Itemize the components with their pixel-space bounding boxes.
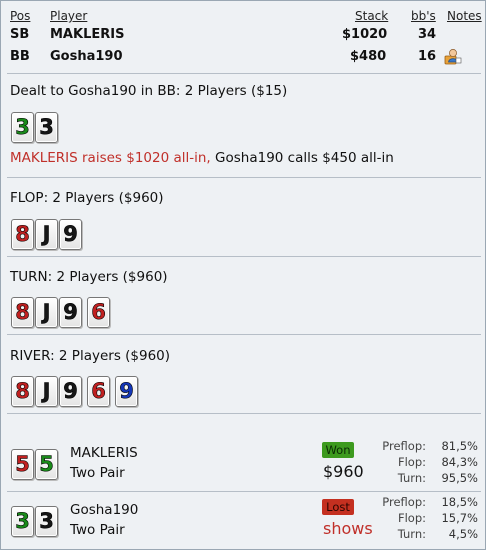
board-card: 6 <box>87 376 110 407</box>
hole-card: 3 <box>11 112 34 143</box>
stat-value: 4,5% <box>448 527 478 541</box>
board-card: 9 <box>59 297 82 328</box>
divider <box>7 413 481 414</box>
player-bbs: 34 <box>418 27 437 42</box>
header-stack: Stack <box>355 9 389 23</box>
board-card: 9 <box>115 376 138 407</box>
player-name[interactable]: Gosha190 <box>50 49 123 64</box>
player-pos: SB <box>10 27 30 42</box>
stat-value: 15,7% <box>441 511 478 525</box>
board-card: 9 <box>59 376 82 407</box>
lost-badge: Lost <box>322 499 354 515</box>
stat-label: Flop: <box>397 455 426 469</box>
board-card: 8 <box>11 297 34 328</box>
result-amount: $960 <box>323 462 364 481</box>
action-raise: MAKLERIS raises $1020 all-in, <box>10 150 211 166</box>
divider <box>7 256 481 257</box>
divider <box>7 73 481 74</box>
equity-stats: Preflop: 18,5% Flop: 15,7% Turn: 4,5% <box>373 495 478 543</box>
player-pos: BB <box>10 49 30 64</box>
stat-value: 81,5% <box>441 439 478 453</box>
preflop-action: MAKLERIS raises $1020 all-in, Gosha190 c… <box>10 150 394 166</box>
divider <box>7 334 481 335</box>
result-amount: shows <box>323 519 373 538</box>
stat-label: Preflop: <box>382 439 426 453</box>
hand-history-panel: Pos Player Stack bb's Notes SB MAKLERIS … <box>0 0 486 550</box>
stat-label: Flop: <box>397 511 426 525</box>
stat-value: 84,3% <box>441 455 478 469</box>
header-player: Player <box>50 9 88 23</box>
shown-card: 3 <box>11 506 34 537</box>
preflop-title: Dealt to Gosha190 in BB: 2 Players ($15) <box>10 83 288 99</box>
stat-label: Preflop: <box>382 495 426 509</box>
stat-value: 95,5% <box>441 471 478 485</box>
player-name[interactable]: MAKLERIS <box>50 27 124 42</box>
equity-stats: Preflop: 81,5% Flop: 84,3% Turn: 95,5% <box>373 439 478 487</box>
action-call: Gosha190 calls $450 all-in <box>215 150 394 166</box>
result-player-name[interactable]: MAKLERIS <box>70 445 138 461</box>
won-badge: Won <box>322 442 354 458</box>
result-player-name[interactable]: Gosha190 <box>70 502 138 518</box>
board-card: J <box>35 376 58 407</box>
divider <box>7 177 481 178</box>
board-card: 9 <box>59 219 82 250</box>
board-card: J <box>35 297 58 328</box>
shown-card: 5 <box>35 449 58 480</box>
result-hand: Two Pair <box>70 522 125 538</box>
stat-label: Turn: <box>397 527 426 541</box>
header-pos: Pos <box>10 9 31 23</box>
stat-label: Turn: <box>397 471 426 485</box>
board-card: 8 <box>11 376 34 407</box>
stat-value: 18,5% <box>441 495 478 509</box>
header-notes: Notes <box>447 9 482 23</box>
flop-title: FLOP: 2 Players ($960) <box>10 190 164 206</box>
user-note-icon[interactable] <box>444 47 462 65</box>
divider <box>7 491 481 492</box>
player-stack: $1020 <box>342 27 388 42</box>
result-hand: Two Pair <box>70 465 125 481</box>
shown-card: 3 <box>35 506 58 537</box>
player-bbs: 16 <box>418 49 437 64</box>
header-bbs: bb's <box>411 9 436 23</box>
river-title: RIVER: 2 Players ($960) <box>10 348 171 364</box>
hole-card: 3 <box>35 112 58 143</box>
turn-title: TURN: 2 Players ($960) <box>10 269 168 285</box>
board-card: 8 <box>11 219 34 250</box>
board-card: J <box>35 219 58 250</box>
board-card: 6 <box>87 297 110 328</box>
player-stack: $480 <box>350 49 387 64</box>
shown-card: 5 <box>11 449 34 480</box>
